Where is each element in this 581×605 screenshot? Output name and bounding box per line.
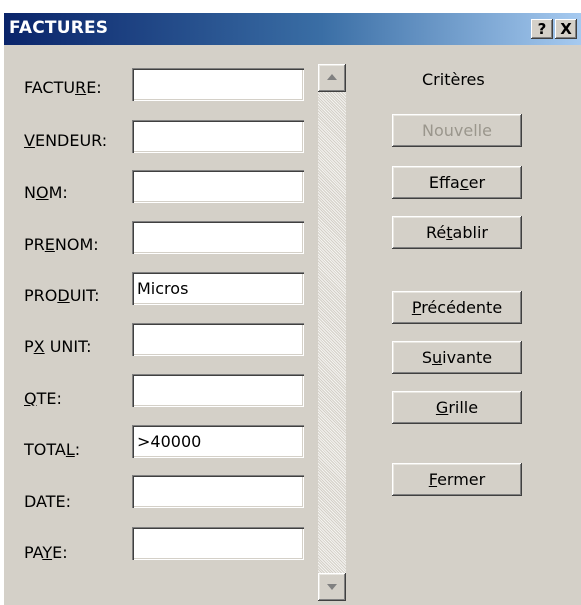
nom-field[interactable]	[132, 170, 304, 203]
help-button[interactable]: ?	[531, 19, 553, 39]
new-button[interactable]: Nouvelle	[392, 114, 522, 147]
label-nom: NOM:	[24, 183, 68, 202]
criteria-label: Critères	[422, 70, 485, 89]
prenom-field[interactable]	[132, 221, 304, 254]
label-date: DATE:	[24, 492, 72, 511]
factures-dialog: FACTURES ? X FACTURE: VENDEUR: NOM: PREN…	[4, 13, 581, 605]
vendeur-field[interactable]	[132, 120, 304, 153]
record-scrollbar[interactable]	[318, 64, 346, 601]
next-button[interactable]: Suivante	[392, 341, 522, 374]
px-unit-field[interactable]	[132, 323, 304, 356]
label-produit: PRODUIT:	[24, 286, 100, 305]
date-field[interactable]	[132, 475, 304, 508]
produit-field[interactable]	[132, 272, 304, 305]
label-total: TOTAL:	[24, 440, 81, 459]
dialog-title: FACTURES	[9, 18, 109, 38]
scroll-down-arrow-icon[interactable]	[318, 573, 346, 601]
grid-button[interactable]: Grille	[392, 391, 522, 424]
qte-field[interactable]	[132, 374, 304, 407]
close-button[interactable]: X	[555, 19, 577, 39]
label-facture: FACTURE:	[24, 78, 102, 97]
label-vendeur: VENDEUR:	[24, 131, 108, 150]
scroll-up-arrow-icon[interactable]	[318, 64, 346, 92]
label-px-unit: PX UNIT:	[24, 337, 92, 356]
paye-field[interactable]	[132, 527, 304, 560]
label-paye: PAYE:	[24, 543, 68, 562]
total-field[interactable]	[132, 425, 304, 458]
previous-button[interactable]: Précédente	[392, 291, 522, 324]
facture-field[interactable]	[132, 68, 304, 101]
label-prenom: PRENOM:	[24, 235, 99, 254]
label-qte: QTE:	[24, 389, 62, 408]
title-bar[interactable]: FACTURES ? X	[4, 13, 581, 45]
clear-button[interactable]: Effacer	[392, 166, 522, 199]
restore-button[interactable]: Rétablir	[392, 216, 522, 249]
close-dialog-button[interactable]: Fermer	[392, 463, 522, 496]
